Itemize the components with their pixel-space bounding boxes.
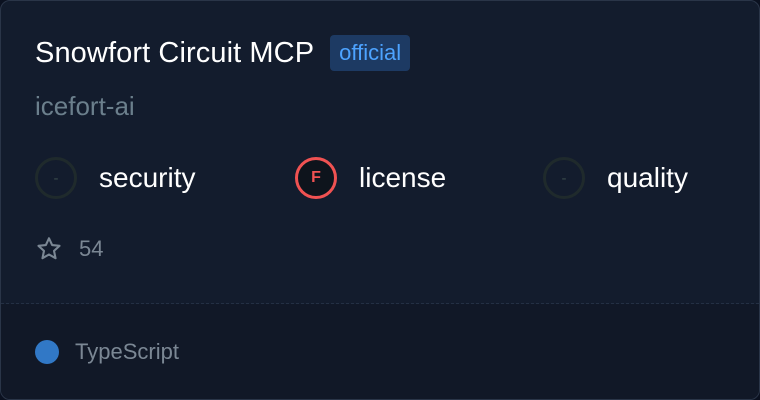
- security-label: security: [99, 162, 196, 193]
- license-grade-circle: F: [295, 157, 337, 199]
- language-label: TypeScript: [75, 339, 179, 364]
- score-license: F license: [295, 154, 446, 202]
- score-quality: - quality: [543, 154, 688, 202]
- star-outline-icon: [35, 235, 63, 263]
- language-info: TypeScript: [35, 338, 179, 366]
- official-badge: official: [330, 35, 411, 71]
- score-row: - security F license - quality: [35, 154, 735, 202]
- card-header: Snowfort Circuit MCP official: [35, 35, 411, 71]
- quality-label: quality: [607, 162, 688, 193]
- quality-grade-circle: -: [543, 157, 585, 199]
- score-security: - security: [35, 154, 195, 202]
- star-count-group: 54: [35, 234, 103, 264]
- security-grade-circle: -: [35, 157, 77, 199]
- server-card[interactable]: Snowfort Circuit MCP official icefort-ai…: [0, 0, 760, 400]
- language-color-dot: [35, 340, 59, 364]
- owner-name[interactable]: icefort-ai: [35, 89, 135, 123]
- star-count: 54: [79, 236, 104, 261]
- license-label: license: [359, 162, 447, 193]
- server-title[interactable]: Snowfort Circuit MCP: [35, 35, 314, 71]
